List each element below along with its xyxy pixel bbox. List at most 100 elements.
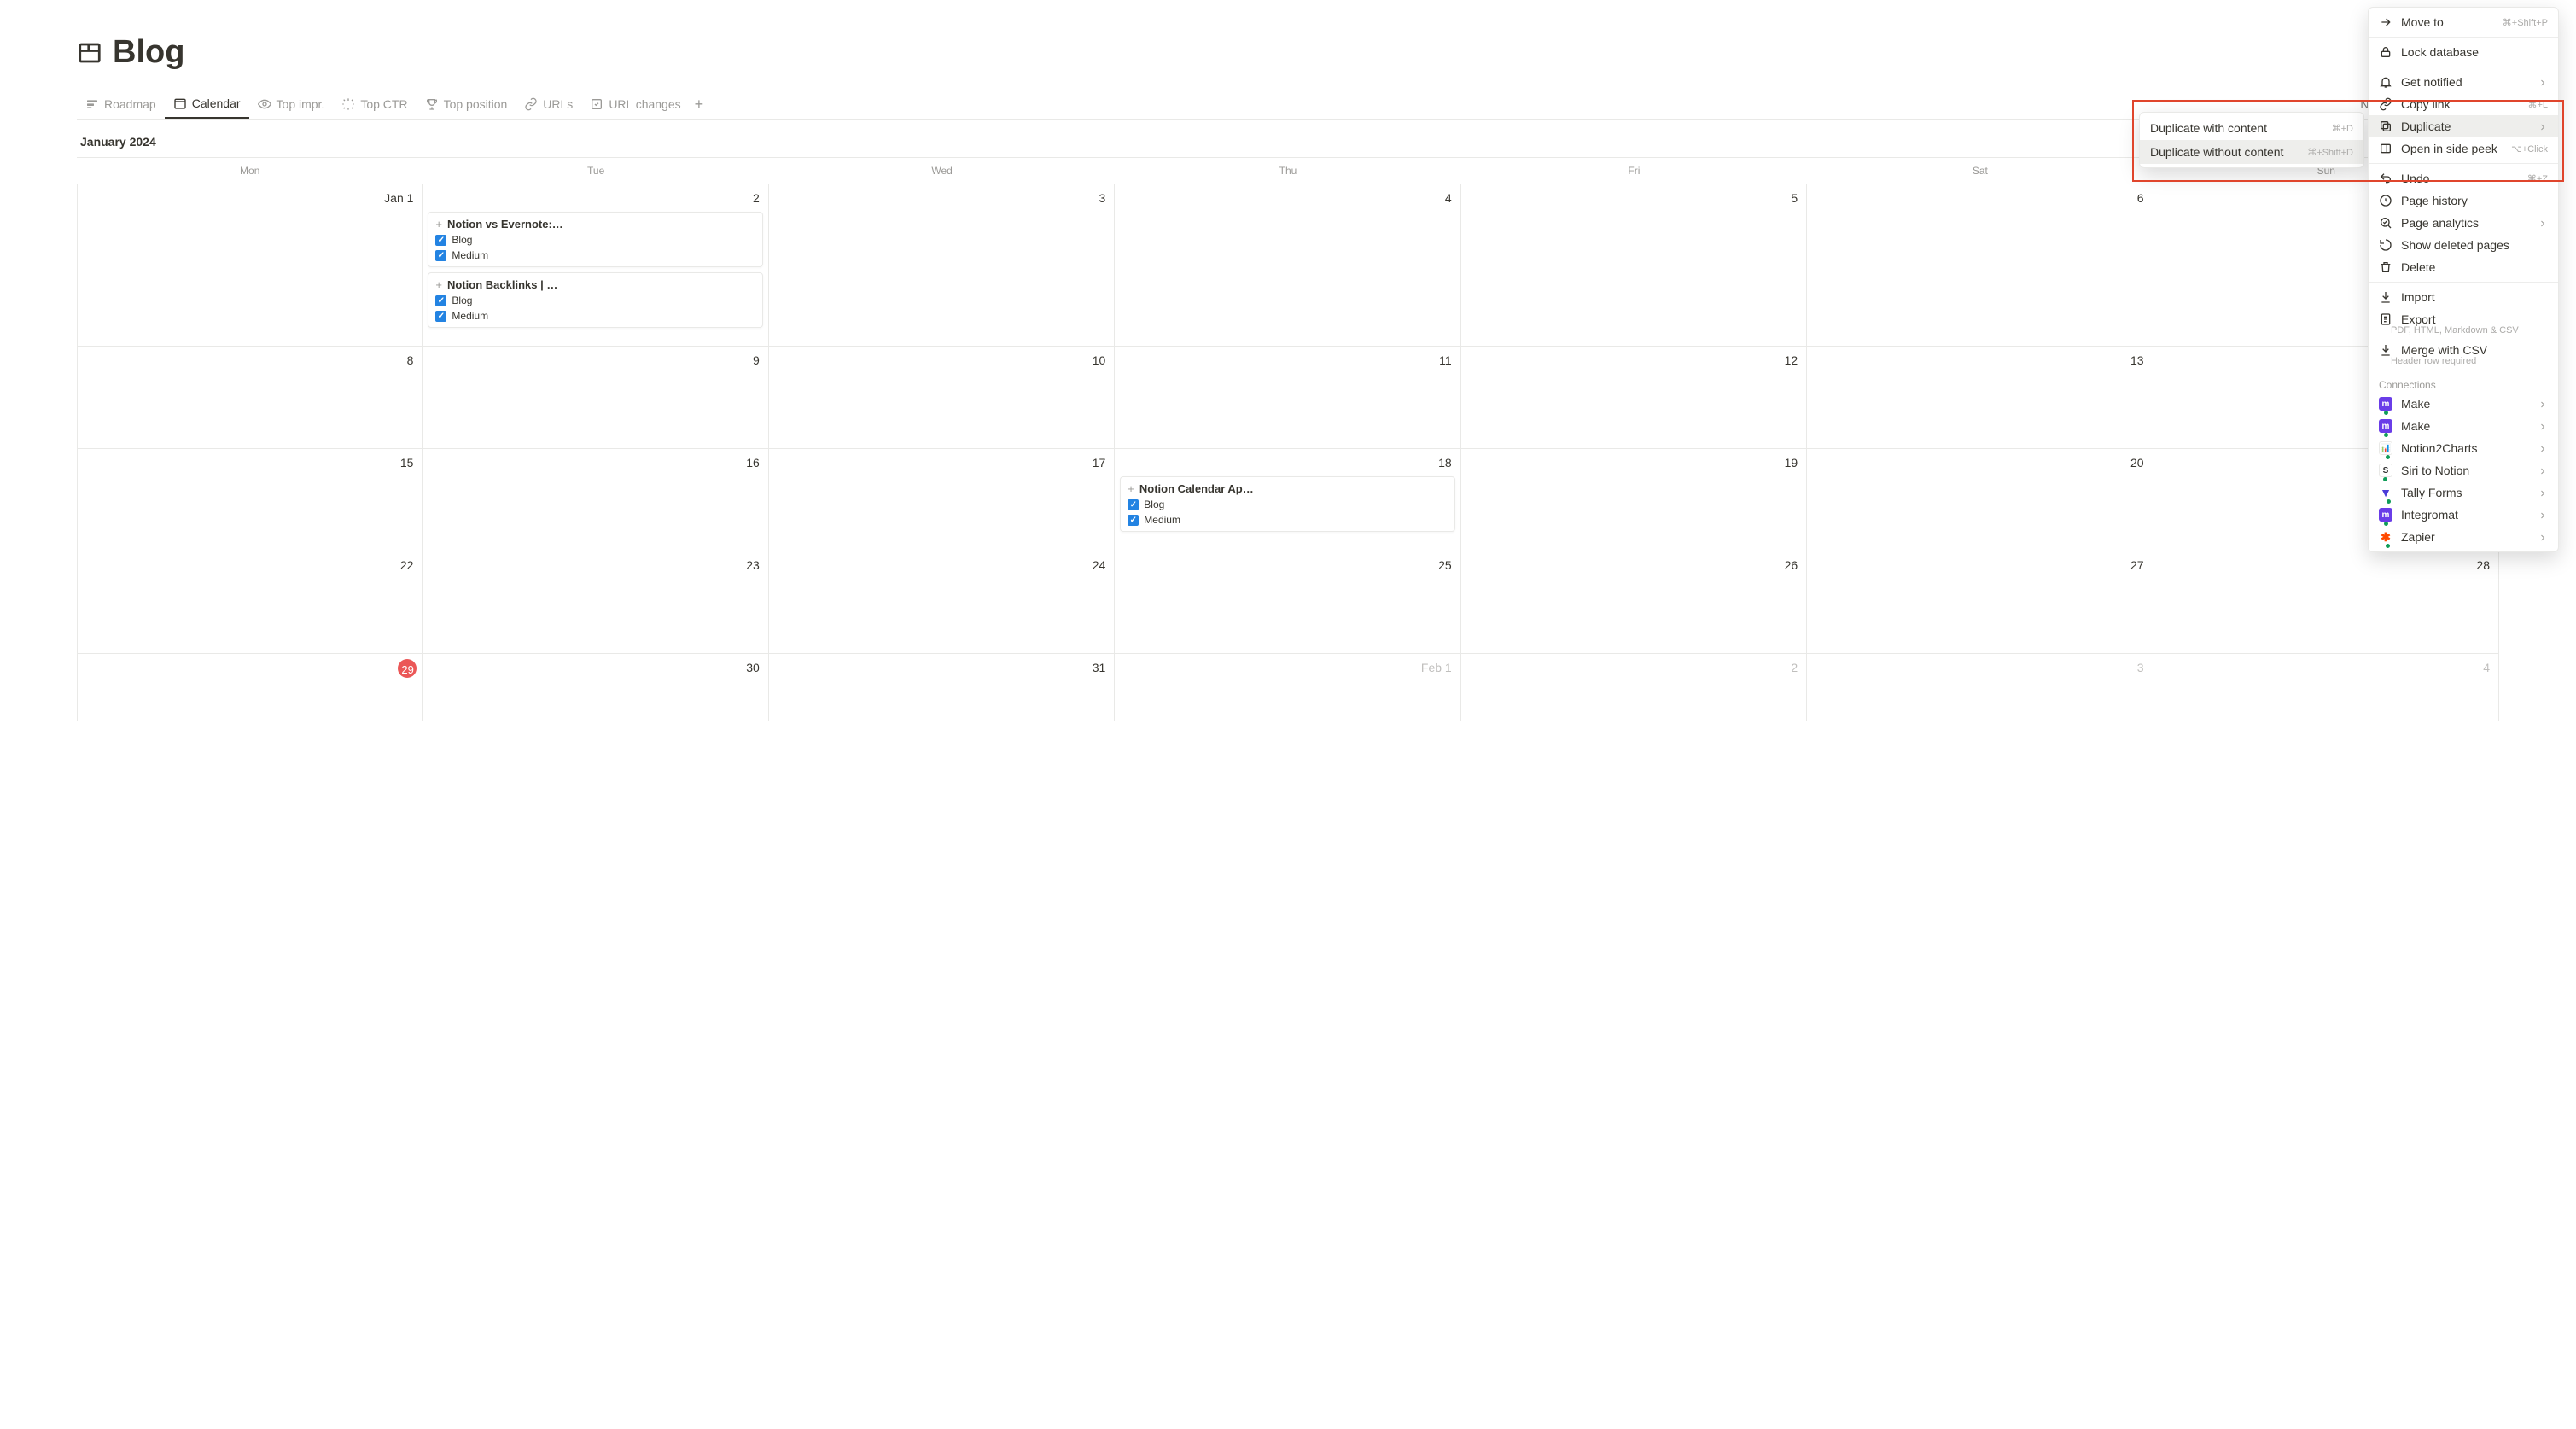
calendar-cell[interactable]: 4: [1115, 184, 1460, 346]
month-label: January 2024: [77, 120, 2499, 157]
calendar-cell[interactable]: 26: [1461, 551, 1807, 653]
connection-siri[interactable]: S Siri to Notion: [2369, 459, 2558, 481]
menu-undo[interactable]: Undo ⌘+Z: [2369, 167, 2558, 190]
duplicate-without-content[interactable]: Duplicate without content ⌘+Shift+D: [2140, 140, 2363, 164]
calendar-cell[interactable]: 20: [1807, 449, 2153, 551]
tab-top-impr[interactable]: Top impr.: [249, 90, 334, 118]
calendar-cell[interactable]: 28: [2153, 551, 2499, 653]
tab-top-position[interactable]: Top position: [417, 90, 516, 118]
menu-export[interactable]: Export: [2369, 308, 2558, 327]
make-icon: m: [2379, 419, 2392, 433]
import-icon: [2379, 290, 2392, 304]
calendar-cell[interactable]: 27: [1807, 551, 2153, 653]
arrow-right-icon: [2379, 15, 2392, 29]
event-card[interactable]: +Notion vs Evernote:… ✓Blog ✓Medium: [428, 212, 762, 267]
calendar-cell[interactable]: Jan 1: [77, 184, 423, 346]
chevron-right-icon: [2538, 399, 2548, 409]
calendar-cell[interactable]: 4: [2153, 654, 2499, 721]
tab-top-ctr[interactable]: Top CTR: [333, 90, 416, 118]
menu-open-side-peek[interactable]: Open in side peek ⌥+Click: [2369, 137, 2558, 160]
menu-copy-link[interactable]: Copy link ⌘+L: [2369, 93, 2558, 115]
chevron-right-icon: [2538, 465, 2548, 475]
calendar-cell[interactable]: 2: [1461, 654, 1807, 721]
restore-icon: [2379, 238, 2392, 252]
calendar-cell[interactable]: 8: [77, 347, 423, 448]
side-peek-icon: [2379, 142, 2392, 155]
trash-icon: [2379, 260, 2392, 274]
add-view-button[interactable]: +: [690, 90, 709, 119]
calendar-cell[interactable]: 22: [77, 551, 423, 653]
chevron-right-icon: [2538, 77, 2548, 87]
menu-get-notified[interactable]: Get notified: [2369, 71, 2558, 93]
connection-zapier[interactable]: ✱ Zapier: [2369, 526, 2558, 548]
calendar-cell[interactable]: 12: [1461, 347, 1807, 448]
calendar-cell[interactable]: 2 +Notion vs Evernote:… ✓Blog ✓Medium +N…: [423, 184, 768, 346]
view-tabs: Roadmap Calendar Top impr. Top CTR Top p…: [77, 90, 2499, 120]
tab-roadmap[interactable]: Roadmap: [77, 90, 165, 118]
lock-icon: [2379, 45, 2392, 59]
chevron-right-icon: [2538, 443, 2548, 453]
tally-icon: ▼: [2379, 486, 2392, 499]
calendar-cell[interactable]: 17: [769, 449, 1115, 551]
connection-tally[interactable]: ▼ Tally Forms: [2369, 481, 2558, 504]
weekday-header: Fri: [1461, 158, 1807, 184]
calendar-cell[interactable]: 3: [1807, 654, 2153, 721]
event-card[interactable]: +Notion Backlinks | … ✓Blog ✓Medium: [428, 272, 762, 328]
calendar-cell[interactable]: 25: [1115, 551, 1460, 653]
calendar-cell[interactable]: 10: [769, 347, 1115, 448]
menu-import[interactable]: Import: [2369, 286, 2558, 308]
calendar-cell[interactable]: 23: [423, 551, 768, 653]
tab-calendar[interactable]: Calendar: [165, 90, 249, 119]
weekday-header: Sat: [1807, 158, 2153, 184]
calendar-cell[interactable]: 30: [423, 654, 768, 721]
sparkle-icon: [341, 97, 355, 111]
weekday-header: Tue: [423, 158, 768, 184]
trophy-icon: [425, 97, 439, 111]
calendar-cell[interactable]: 29: [77, 654, 423, 721]
page-icon: [77, 40, 102, 66]
calendar-cell[interactable]: 18 +Notion Calendar Ap… ✓Blog ✓Medium: [1115, 449, 1460, 551]
checkbox-icon: ✓: [1128, 499, 1139, 510]
connection-make-2[interactable]: m Make: [2369, 415, 2558, 437]
zapier-icon: ✱: [2379, 530, 2392, 544]
chevron-right-icon: [2538, 121, 2548, 131]
calendar-cell[interactable]: 31: [769, 654, 1115, 721]
menu-duplicate[interactable]: Duplicate: [2369, 115, 2558, 137]
menu-lock-database[interactable]: Lock database: [2369, 41, 2558, 63]
checkbox-icon: [590, 97, 603, 111]
calendar-cell[interactable]: 3: [769, 184, 1115, 346]
calendar-cell[interactable]: Feb 1: [1115, 654, 1460, 721]
menu-page-history[interactable]: Page history: [2369, 190, 2558, 212]
calendar-cell[interactable]: 9: [423, 347, 768, 448]
connections-header: Connections: [2369, 374, 2558, 393]
duplicate-with-content[interactable]: Duplicate with content ⌘+D: [2140, 116, 2363, 140]
calendar-cell[interactable]: 15: [77, 449, 423, 551]
calendar-cell[interactable]: 6: [1807, 184, 2153, 346]
checkbox-icon: ✓: [435, 250, 446, 261]
page-title: Blog: [113, 34, 184, 71]
connection-notion2charts[interactable]: 📊 Notion2Charts: [2369, 437, 2558, 459]
menu-show-deleted[interactable]: Show deleted pages: [2369, 234, 2558, 256]
calendar-cell[interactable]: 19: [1461, 449, 1807, 551]
weekday-header: Mon: [77, 158, 423, 184]
event-card[interactable]: +Notion Calendar Ap… ✓Blog ✓Medium: [1120, 476, 1454, 532]
duplicate-icon: [2379, 120, 2392, 133]
calendar-cell[interactable]: 5: [1461, 184, 1807, 346]
duplicate-submenu: Duplicate with content ⌘+D Duplicate wit…: [2139, 112, 2364, 168]
calendar-cell[interactable]: 13: [1807, 347, 2153, 448]
eye-icon: [258, 97, 271, 111]
menu-page-analytics[interactable]: Page analytics: [2369, 212, 2558, 234]
menu-move-to[interactable]: Move to ⌘+Shift+P: [2369, 11, 2558, 33]
connection-make[interactable]: m Make: [2369, 393, 2558, 415]
calendar-cell[interactable]: 11: [1115, 347, 1460, 448]
calendar-cell[interactable]: 24: [769, 551, 1115, 653]
connection-integromat[interactable]: m Integromat: [2369, 504, 2558, 526]
chevron-right-icon: [2538, 218, 2548, 228]
tab-url-changes[interactable]: URL changes: [581, 90, 689, 118]
tab-urls[interactable]: URLs: [516, 90, 581, 118]
weekday-header: Thu: [1115, 158, 1460, 184]
weekday-header: Wed: [769, 158, 1115, 184]
menu-delete[interactable]: Delete: [2369, 256, 2558, 278]
calendar-cell[interactable]: 16: [423, 449, 768, 551]
menu-merge-csv[interactable]: Merge with CSV: [2369, 339, 2558, 358]
